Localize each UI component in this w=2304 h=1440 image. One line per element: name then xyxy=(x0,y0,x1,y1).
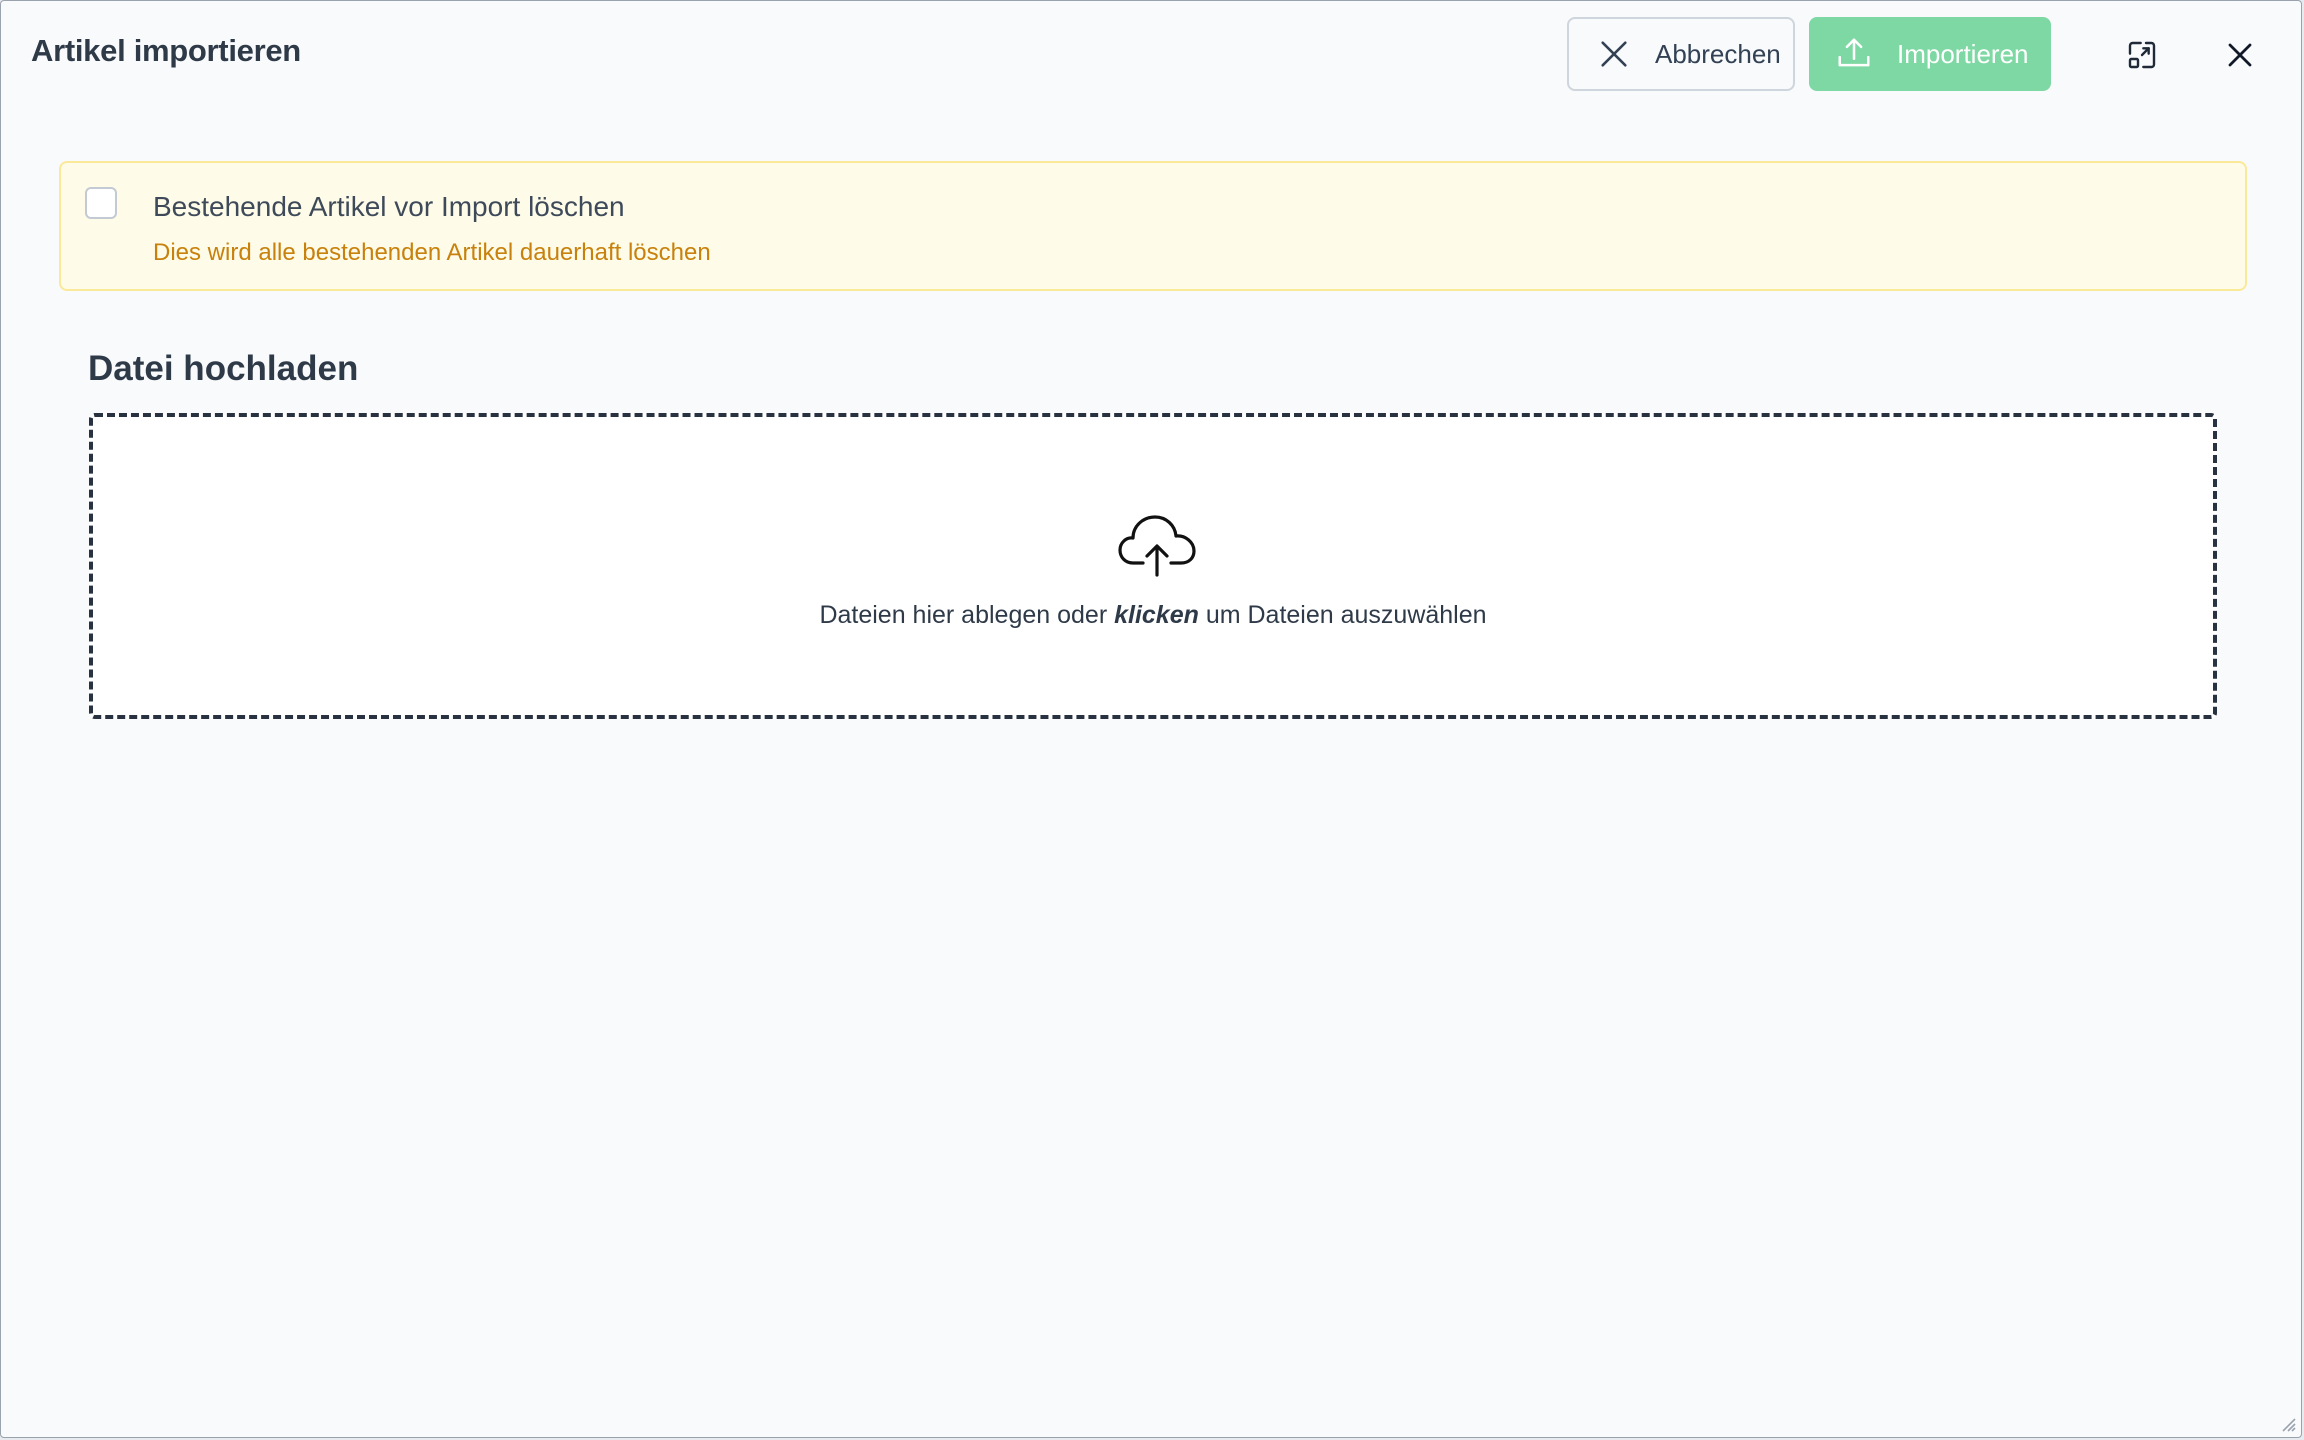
import-button[interactable]: Importieren xyxy=(1809,17,2051,91)
delete-existing-label[interactable]: Bestehende Artikel vor Import löschen xyxy=(153,191,625,223)
import-button-label: Importieren xyxy=(1897,38,2029,69)
close-icon xyxy=(2228,43,2252,67)
delete-existing-help: Dies wird alle bestehenden Artikel dauer… xyxy=(153,239,711,266)
dialog-header: Artikel importieren Abbrechen Importiere… xyxy=(1,1,2301,107)
dropzone-text-after: um Dateien auszuwählen xyxy=(1198,601,1487,629)
import-dialog: Artikel importieren Abbrechen Importiere… xyxy=(0,0,2302,1438)
dropzone-text-before: Dateien hier ablegen oder xyxy=(819,601,1115,629)
x-icon xyxy=(1601,41,1627,67)
cancel-button[interactable]: Abbrechen xyxy=(1567,17,1795,91)
resize-handle-icon[interactable] xyxy=(2279,1415,2297,1433)
close-button[interactable] xyxy=(2220,35,2260,75)
maximize-icon xyxy=(2128,41,2156,69)
maximize-button[interactable] xyxy=(2122,35,2162,75)
upload-icon xyxy=(1838,38,1870,67)
delete-existing-warning: Bestehende Artikel vor Import löschen Di… xyxy=(59,161,2247,291)
file-dropzone[interactable]: Dateien hier ablegen oder klicken um Dat… xyxy=(89,413,2217,719)
upload-section-title: Datei hochladen xyxy=(88,349,359,388)
dropzone-text-click[interactable]: klicken xyxy=(1114,601,1199,629)
dialog-title: Artikel importieren xyxy=(31,33,301,68)
cloud-upload-icon xyxy=(1118,515,1196,577)
cancel-button-label: Abbrechen xyxy=(1655,38,1781,69)
delete-existing-checkbox[interactable] xyxy=(85,187,117,219)
dropzone-text: Dateien hier ablegen oder klicken um Dat… xyxy=(93,601,2213,630)
